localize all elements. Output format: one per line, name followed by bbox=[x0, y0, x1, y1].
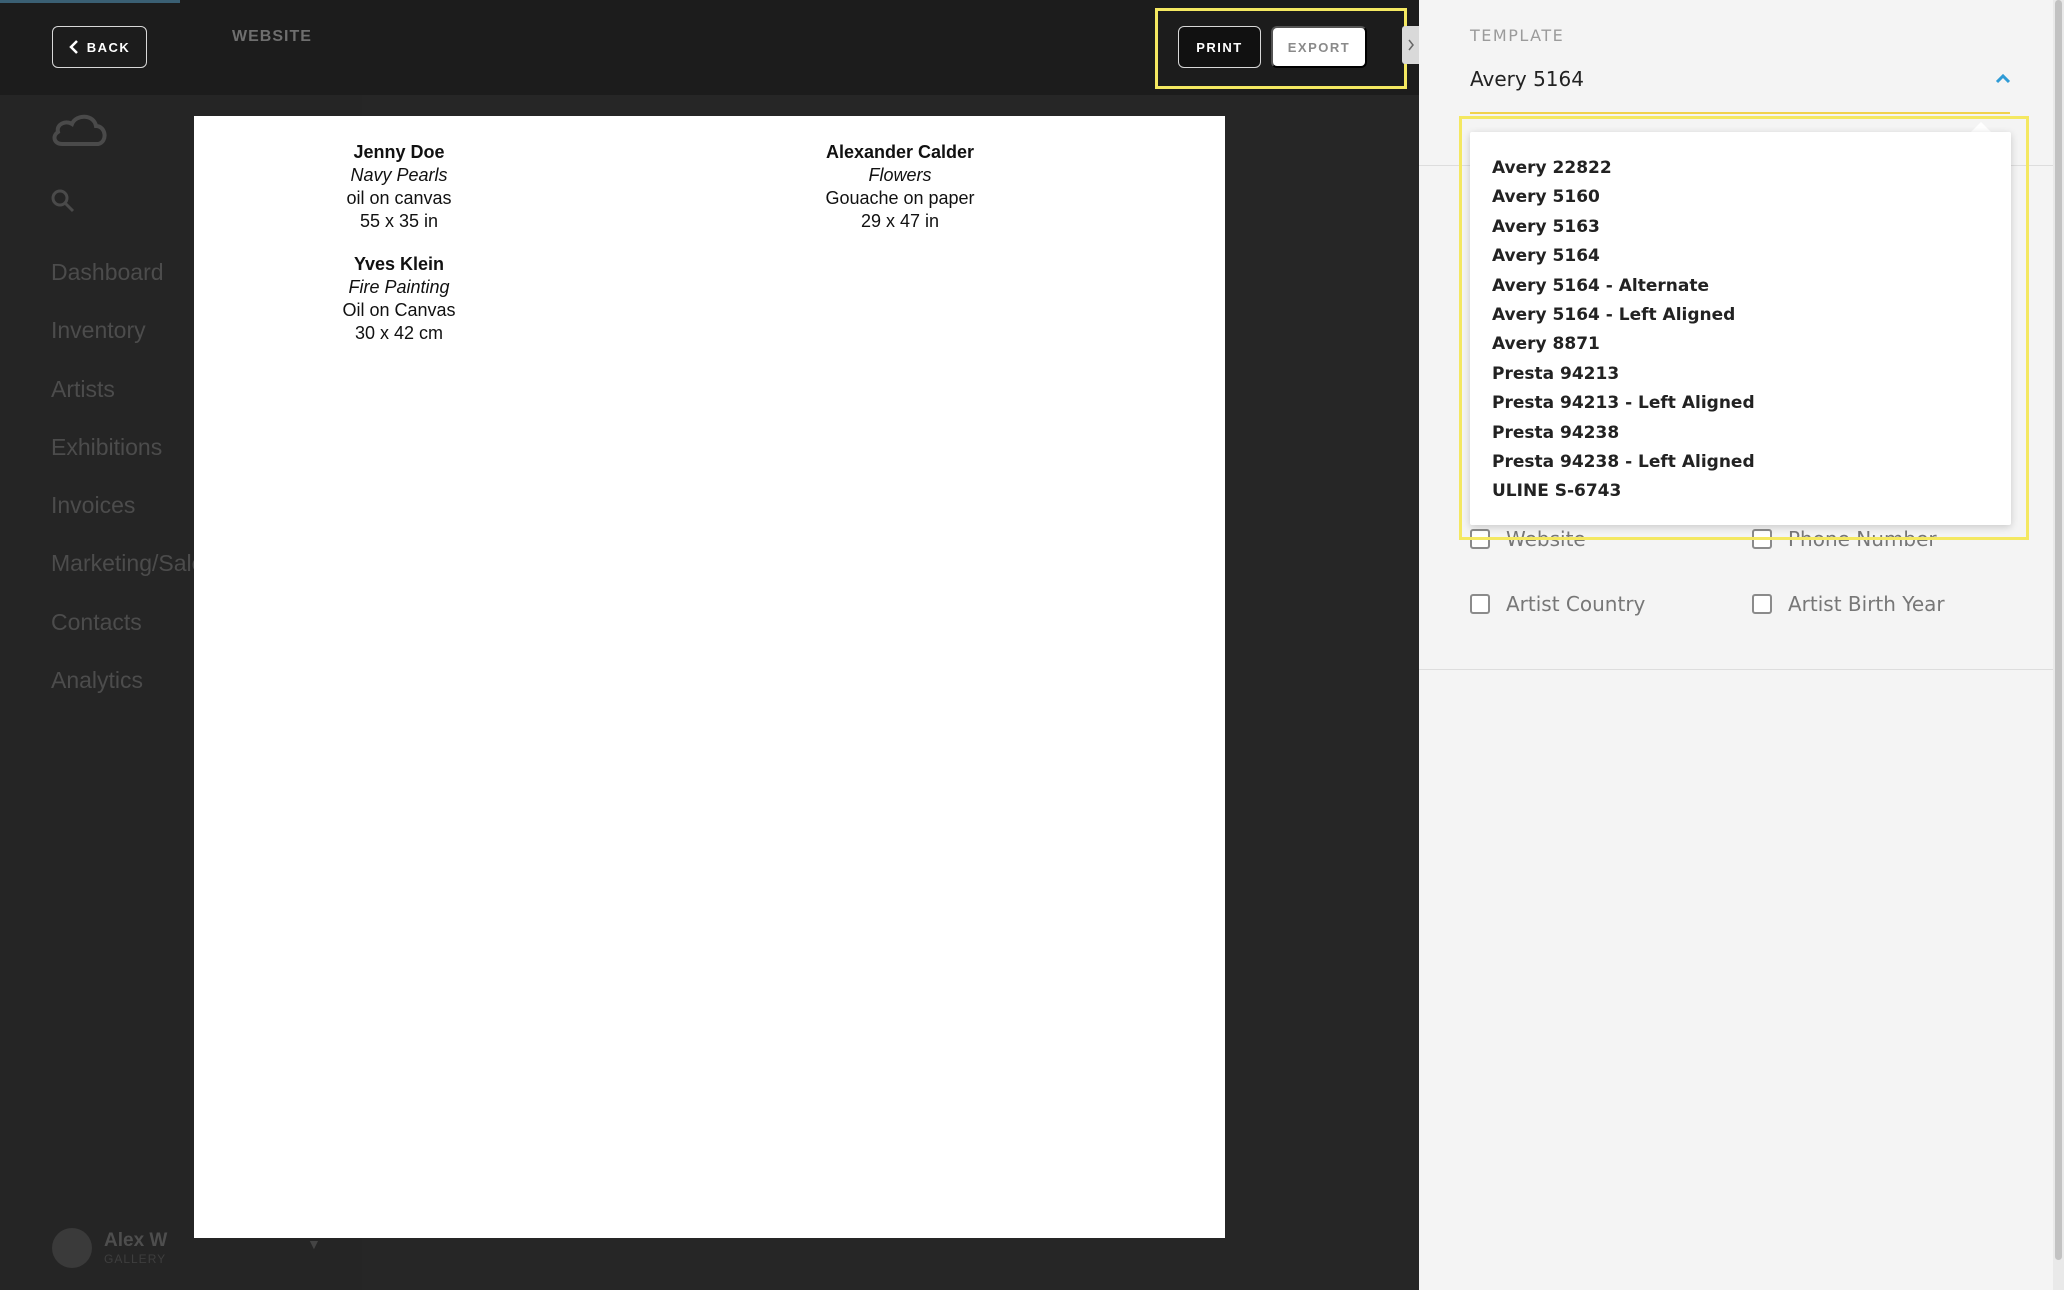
label-medium: Oil on Canvas bbox=[342, 300, 456, 320]
sidebar-item-artists: Artists bbox=[51, 375, 115, 402]
user-name: Alex W bbox=[104, 1230, 168, 1251]
label-title: Fire Painting bbox=[348, 277, 450, 297]
sidebar-item-invoices: Invoices bbox=[51, 492, 136, 519]
label-preview-page: Jenny Doe Navy Pearls oil on canvas 55 x… bbox=[194, 116, 1225, 1238]
label-title: Flowers bbox=[868, 165, 932, 185]
chevron-up-icon[interactable] bbox=[1995, 74, 2011, 84]
panel-divider bbox=[1419, 669, 2053, 670]
dropdown-item[interactable]: Presta 94213 - Left Aligned bbox=[1470, 389, 2011, 418]
label-title: Navy Pearls bbox=[350, 165, 448, 185]
sidebar-item-analytics: Analytics bbox=[51, 667, 144, 694]
dropdown-item[interactable]: Avery 5164 bbox=[1470, 242, 2011, 271]
sidebar-item-inventory: Inventory bbox=[51, 317, 146, 344]
label-medium: Gouache on paper bbox=[825, 188, 975, 208]
artist-birth-year-checkbox[interactable] bbox=[1752, 594, 1772, 614]
back-button[interactable]: BACK bbox=[52, 26, 147, 68]
option-label: Artist Country bbox=[1506, 592, 1646, 616]
template-select-underline bbox=[1470, 112, 2010, 114]
dropdown-item[interactable]: Presta 94238 bbox=[1470, 419, 2011, 448]
dropdown-item[interactable]: Avery 5164 - Left Aligned bbox=[1470, 301, 2011, 330]
label-artist: Yves Klein bbox=[353, 254, 445, 274]
template-dropdown-menu: Avery 22822 Avery 5160 Avery 5163 Avery … bbox=[1470, 132, 2011, 525]
label-size: 29 x 47 in bbox=[860, 211, 940, 231]
template-select[interactable]: Avery 5164 bbox=[1470, 67, 1584, 91]
label-artist: Alexander Calder bbox=[825, 142, 975, 162]
tab-website: WEBSITE bbox=[232, 28, 312, 45]
option-artist-birth-year[interactable]: Artist Birth Year bbox=[1752, 592, 1945, 616]
back-label: BACK bbox=[86, 39, 131, 55]
chevron-left-icon bbox=[68, 40, 78, 54]
print-button[interactable]: PRINT bbox=[1178, 26, 1261, 68]
dropdown-item[interactable]: Avery 22822 bbox=[1470, 154, 2011, 183]
dropdown-item[interactable]: Presta 94238 - Left Aligned bbox=[1470, 448, 2011, 477]
dropdown-item[interactable]: Avery 8871 bbox=[1470, 330, 2011, 359]
dropdown-item[interactable]: Avery 5163 bbox=[1470, 213, 2011, 242]
label-medium: oil on canvas bbox=[346, 188, 452, 208]
label-size: 55 x 35 in bbox=[359, 211, 439, 231]
sidebar-nav: Dashboard Inventory Artists Exhibitions … bbox=[51, 255, 216, 721]
option-label: Artist Birth Year bbox=[1788, 592, 1945, 616]
search-icon bbox=[51, 189, 75, 213]
sidebar-item-exhibitions: Exhibitions bbox=[51, 433, 163, 460]
option-artist-country[interactable]: Artist Country bbox=[1470, 592, 1645, 616]
user-role: GALLERY bbox=[104, 1252, 167, 1266]
cloud-logo-icon bbox=[52, 114, 107, 146]
artwork-label: Jenny Doe Navy Pearls oil on canvas 55 x… bbox=[249, 141, 549, 233]
dropdown-item[interactable]: Presta 94213 bbox=[1470, 360, 2011, 389]
template-label: TEMPLATE bbox=[1470, 26, 1565, 45]
panel-collapse-tab[interactable] bbox=[1402, 26, 1419, 64]
chevron-right-icon bbox=[1407, 39, 1414, 51]
avatar bbox=[52, 1228, 92, 1268]
sidebar-item-dashboard: Dashboard bbox=[51, 259, 164, 285]
chevron-down-icon: ▼ bbox=[307, 1236, 321, 1252]
artist-country-checkbox[interactable] bbox=[1470, 594, 1490, 614]
dropdown-item[interactable]: Avery 5164 - Alternate bbox=[1470, 272, 2011, 301]
user-profile: Alex W GALLERY ▼ bbox=[52, 1228, 321, 1268]
dropdown-item[interactable]: Avery 5160 bbox=[1470, 183, 2011, 212]
artwork-label: Yves Klein Fire Painting Oil on Canvas 3… bbox=[249, 253, 549, 345]
panel-scrollbar[interactable] bbox=[2055, 0, 2062, 1260]
label-size: 30 x 42 cm bbox=[354, 323, 444, 343]
sidebar-item-marketing: Marketing/Sales bbox=[51, 550, 216, 577]
export-button[interactable]: EXPORT bbox=[1271, 26, 1367, 68]
sidebar-item-contacts: Contacts bbox=[51, 608, 142, 635]
label-artist: Jenny Doe bbox=[353, 142, 445, 162]
artwork-label: Alexander Calder Flowers Gouache on pape… bbox=[750, 141, 1050, 233]
topbar-accent bbox=[0, 0, 180, 3]
dropdown-item[interactable]: ULINE S-6743 bbox=[1470, 477, 2011, 506]
